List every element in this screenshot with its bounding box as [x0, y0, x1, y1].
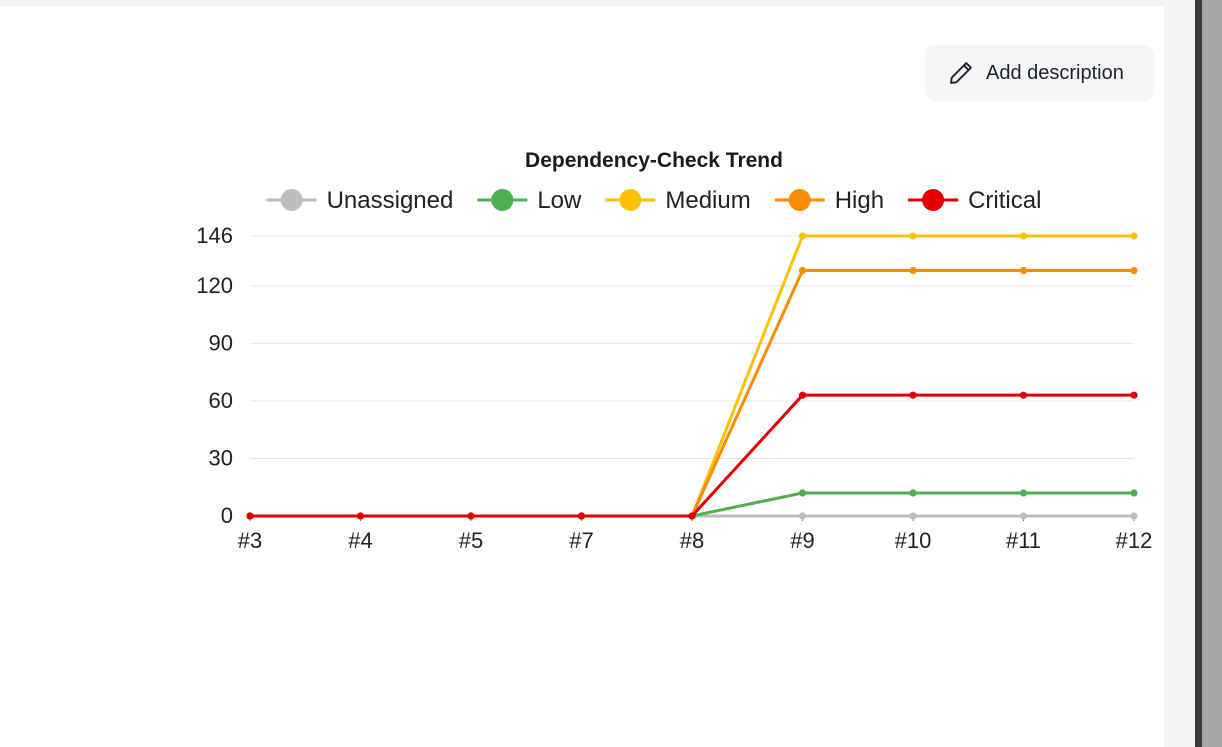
- data-point-unassigned: [798, 512, 807, 520]
- data-point-critical: [356, 512, 365, 520]
- data-point-critical: [688, 512, 696, 520]
- y-tick-label: 0: [221, 503, 233, 528]
- series-line-medium: [250, 234, 1134, 518]
- y-tick-label: 60: [209, 388, 233, 413]
- series-line-high: [250, 269, 1134, 518]
- data-point-critical: [467, 512, 475, 520]
- legend-label: Low: [537, 187, 582, 214]
- x-tick-label: #9: [790, 528, 814, 553]
- data-point-unassigned: [1130, 512, 1138, 520]
- x-tick-label: #7: [569, 528, 593, 553]
- chart-series: [246, 232, 1138, 520]
- x-tick-label: #3: [238, 528, 262, 553]
- scrollbar-thumb[interactable]: [1195, 0, 1202, 747]
- page-gutter: [1164, 0, 1195, 747]
- x-tick-label: #5: [459, 528, 483, 553]
- data-point-critical: [1130, 391, 1138, 399]
- data-point-medium: [909, 232, 917, 240]
- legend-item-low: Low: [477, 187, 582, 214]
- legend-marker-dot: [280, 189, 303, 211]
- data-point-low: [798, 489, 807, 497]
- data-point-critical: [246, 512, 254, 520]
- chart-axes: 0 30 60 90 120 146 #3 #4 #5 #7 #8 #9 #10 #11 #12: [196, 223, 1152, 553]
- legend-marker-dot: [922, 189, 945, 211]
- x-tick-label: #12: [1116, 528, 1153, 553]
- series-line-critical: [250, 393, 1134, 518]
- legend-label: Medium: [665, 187, 750, 214]
- data-point-high: [1130, 266, 1138, 275]
- legend-label: High: [835, 187, 884, 214]
- legend-marker-dot: [619, 189, 642, 211]
- legend-item-unassigned: Unassigned: [266, 187, 454, 214]
- data-point-low: [909, 489, 917, 497]
- data-point-critical: [798, 391, 807, 399]
- legend-marker-dot: [491, 189, 514, 211]
- chart-title: Dependency-Check Trend: [525, 149, 783, 172]
- legend-item-high: High: [774, 187, 884, 214]
- data-point-low: [1019, 489, 1028, 497]
- y-tick-label: 30: [209, 445, 233, 470]
- x-tick-label: #8: [680, 528, 704, 553]
- data-point-high: [909, 266, 917, 275]
- y-tick-label: 120: [196, 273, 233, 298]
- data-point-medium: [1019, 232, 1028, 240]
- data-point-low: [1130, 489, 1138, 497]
- x-tick-label: #4: [348, 528, 372, 553]
- data-point-medium: [798, 232, 807, 240]
- data-point-critical: [1019, 391, 1028, 399]
- data-point-unassigned: [1019, 512, 1028, 520]
- legend-item-critical: Critical: [908, 187, 1041, 214]
- legend-label: Unassigned: [327, 187, 454, 214]
- chart-legend: Unassigned Low Medium High Critical: [266, 187, 1041, 214]
- data-point-critical: [577, 512, 586, 520]
- y-tick-label: 90: [209, 330, 233, 355]
- x-tick-label: #11: [1006, 528, 1041, 553]
- dependency-check-trend-chart: Dependency-Check Trend 0 30 60 90 120 146 #3 #4…: [196, 149, 1152, 553]
- data-point-critical: [909, 391, 917, 399]
- data-point-unassigned: [909, 512, 917, 520]
- legend-item-medium: Medium: [605, 187, 751, 214]
- y-tick-label: 146: [196, 223, 233, 248]
- data-point-high: [1019, 266, 1028, 275]
- legend-label: Critical: [968, 187, 1041, 214]
- data-point-medium: [1130, 232, 1138, 240]
- legend-marker-dot: [788, 189, 811, 211]
- x-tick-label: #10: [895, 528, 932, 553]
- data-point-high: [798, 266, 807, 275]
